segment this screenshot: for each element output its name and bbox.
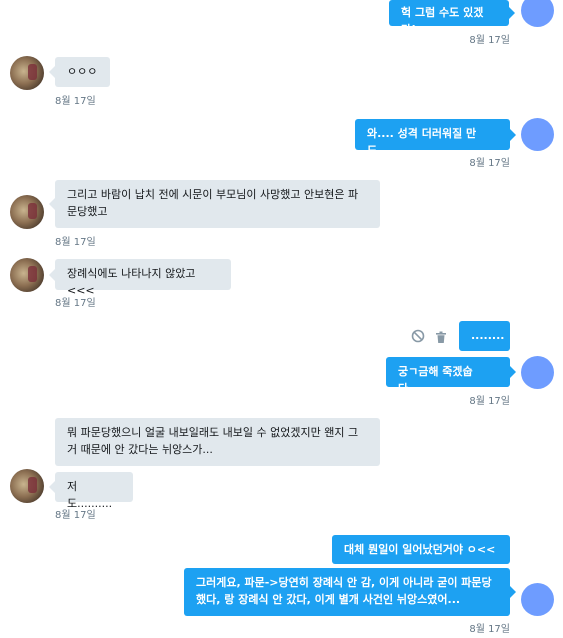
message-bubble-incoming[interactable]: 저도..........	[49, 472, 133, 510]
avatar[interactable]	[521, 583, 554, 616]
message-text: 궁ㄱ금해 죽겠숩다....	[398, 365, 473, 395]
message-timestamp: 8월 17일	[469, 396, 510, 407]
message-bubble-outgoing[interactable]: ........	[459, 321, 510, 351]
message-text: 장례식에도 나타나지 않았고<<<	[67, 267, 196, 297]
avatar[interactable]	[521, 0, 554, 27]
message-text: ㅇㅇㅇ	[67, 65, 98, 78]
trash-icon[interactable]	[435, 329, 447, 343]
message-bubble-outgoing[interactable]: 궁ㄱ금해 죽겠숩다....	[386, 357, 516, 395]
message-text: 그리고 바람이 납치 전에 시문이 부모님이 사망했고 안보현은 파문당했고	[67, 188, 359, 218]
avatar[interactable]	[10, 56, 44, 90]
avatar[interactable]	[10, 258, 44, 292]
message-timestamp: 8월 17일	[469, 35, 510, 46]
avatar[interactable]	[10, 195, 44, 229]
message-bubble-incoming[interactable]: ㅇㅇㅇ	[49, 57, 110, 87]
message-timestamp: 8월 17일	[55, 237, 96, 248]
avatar[interactable]	[521, 356, 554, 389]
message-text: 그러게요, 파문->당연히 장례식 안 감, 이게 아니라 굳이 파문당했다, …	[196, 576, 492, 606]
message-timestamp: 8월 17일	[55, 298, 96, 309]
avatar[interactable]	[10, 469, 44, 503]
message-timestamp: 8월 17일	[55, 96, 96, 107]
message-bubble-outgoing[interactable]: 그러게요, 파문->당연히 장례식 안 감, 이게 아니라 굳이 파문당했다, …	[184, 568, 516, 616]
message-bubble-outgoing[interactable]: 헉 그럼 수도 있겠다!	[389, 0, 515, 36]
message-bubble-outgoing[interactable]: 와.... 성격 더러워질 만도....	[355, 119, 516, 157]
message-bubble-incoming[interactable]: 장례식에도 나타나지 않았고<<<	[49, 259, 231, 297]
message-text: 와.... 성격 더러워질 만도....	[367, 127, 477, 157]
message-text: ........	[471, 329, 505, 342]
message-timestamp: 8월 17일	[469, 624, 510, 635]
message-text: 대체 뭔일이 일어났던거야 ㅇ<<	[344, 543, 496, 556]
avatar[interactable]	[521, 118, 554, 151]
message-bubble-outgoing[interactable]: 대체 뭔일이 일어났던거야 ㅇ<<	[332, 535, 510, 564]
message-timestamp: 8월 17일	[469, 158, 510, 169]
message-bubble-incoming[interactable]: 뭐 파문당했으니 얼굴 내보일래도 내보일 수 없었겠지만 왠지 그거 때문에 …	[55, 418, 380, 466]
block-icon[interactable]	[411, 328, 425, 343]
message-timestamp: 8월 17일	[55, 510, 96, 521]
message-text: 뭐 파문당했으니 얼굴 내보일래도 내보일 수 없었겠지만 왠지 그거 때문에 …	[67, 426, 359, 456]
message-bubble-incoming[interactable]: 그리고 바람이 납치 전에 시문이 부모님이 사망했고 안보현은 파문당했고	[49, 180, 380, 228]
